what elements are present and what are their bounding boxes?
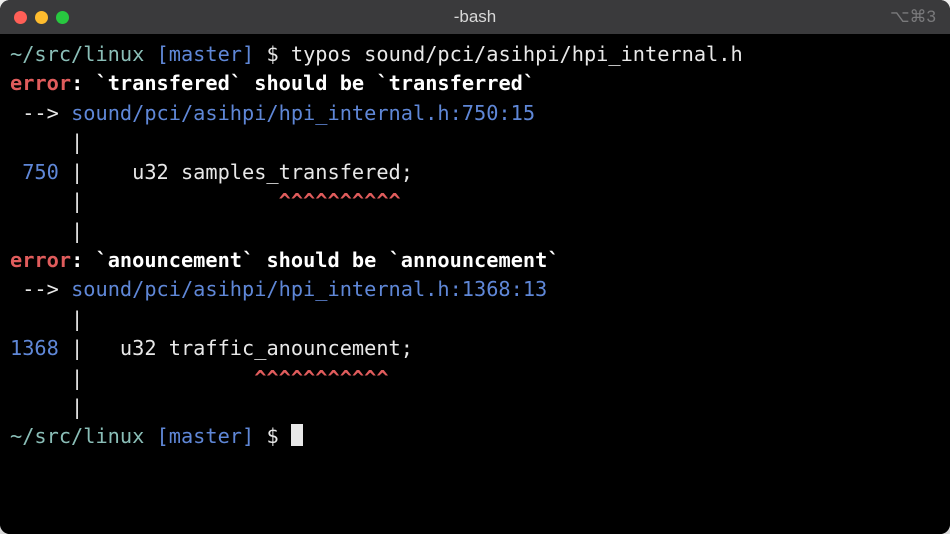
gutter: | [10, 130, 95, 154]
gutter: | [59, 160, 96, 184]
terminal-window: -bash ⌥⌘3 ~/src/linux [master] $ typos s… [0, 0, 950, 534]
keyboard-shortcut-hint: ⌥⌘3 [890, 7, 936, 27]
gutter: | [10, 366, 254, 390]
error-message: : `anouncement` should be `announcement` [71, 248, 559, 272]
gutter: | [10, 395, 95, 419]
line-number: 1368 [10, 336, 59, 360]
traffic-lights [14, 11, 69, 24]
error-label: error [10, 71, 71, 95]
window-title: -bash [0, 7, 950, 27]
caret-underline: ^^^^^^^^^^ [279, 189, 401, 213]
terminal-output[interactable]: ~/src/linux [master] $ typos sound/pci/a… [0, 34, 950, 534]
error-label: error [10, 248, 71, 272]
caret-underline: ^^^^^^^^^^^ [254, 366, 388, 390]
file-location: sound/pci/asihpi/hpi_internal.h:1368:13 [71, 277, 547, 301]
prompt-branch: [master] [157, 42, 255, 66]
minimize-icon[interactable] [35, 11, 48, 24]
prompt-symbol: $ [266, 424, 278, 448]
cursor-icon [291, 424, 303, 446]
prompt-path: ~/src/linux [10, 42, 144, 66]
gutter: | [59, 336, 96, 360]
command-text: typos sound/pci/asihpi/hpi_internal.h [291, 42, 743, 66]
prompt-branch: [master] [157, 424, 255, 448]
gutter: | [10, 189, 279, 213]
line-number: 750 [10, 160, 59, 184]
arrow-icon: --> [10, 277, 71, 301]
prompt-symbol: $ [266, 42, 278, 66]
code-line: u32 samples_transfered; [95, 160, 412, 184]
gutter: | [10, 219, 95, 243]
file-location: sound/pci/asihpi/hpi_internal.h:750:15 [71, 101, 535, 125]
titlebar[interactable]: -bash ⌥⌘3 [0, 0, 950, 34]
code-line: u32 traffic_anouncement; [95, 336, 413, 360]
prompt-path: ~/src/linux [10, 424, 144, 448]
error-message: : `transfered` should be `transferred` [71, 71, 535, 95]
arrow-icon: --> [10, 101, 71, 125]
close-icon[interactable] [14, 11, 27, 24]
gutter: | [10, 307, 95, 331]
zoom-icon[interactable] [56, 11, 69, 24]
